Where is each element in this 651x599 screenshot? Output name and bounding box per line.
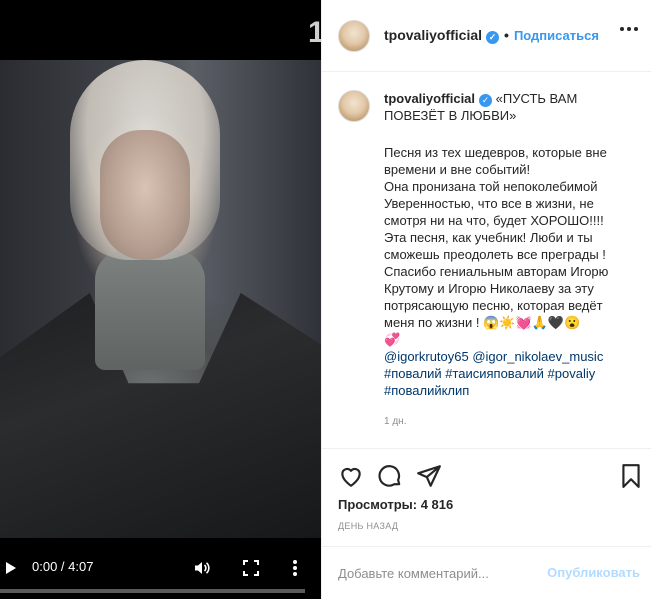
share-icon[interactable] — [416, 463, 442, 489]
avatar[interactable] — [338, 19, 370, 52]
caption-time: 1 дн. — [384, 416, 407, 427]
video-neck-shape — [95, 250, 205, 370]
video-face-shape — [100, 130, 190, 260]
views-label: Просмотры: — [338, 497, 418, 512]
separator-dot: • — [504, 27, 509, 43]
more-vertical-icon[interactable] — [292, 559, 298, 577]
hashtags-link[interactable]: #повалий #таисияповалий #povaliy — [384, 365, 634, 382]
caption-links: @igorkrutoy65 @igor_nikolaev_music #пова… — [384, 348, 634, 399]
comment-icon[interactable] — [377, 463, 403, 489]
heart-icon[interactable] — [338, 463, 364, 489]
caption-avatar[interactable] — [338, 90, 370, 122]
header-username[interactable]: tpovaliyofficial — [384, 27, 482, 43]
more-options-icon[interactable] — [620, 27, 638, 31]
caption: tpovaliyofficial ✓ «ПУСТЬ ВАМ ПОВЕЗЁТ В Л… — [338, 90, 643, 430]
action-bar — [322, 448, 651, 498]
post-header: tpovaliyofficial ✓ • Подписаться — [322, 0, 651, 72]
fullscreen-icon[interactable] — [243, 560, 259, 576]
video-player[interactable]: 1 0:00 / 4:07 — [0, 0, 321, 599]
hashtags-link-2[interactable]: #повалийклип — [384, 382, 634, 399]
posted-time: ДЕНЬ НАЗАД — [338, 521, 399, 531]
caption-username[interactable]: tpovaliyofficial — [384, 91, 475, 106]
views-number: 4 816 — [420, 497, 454, 512]
comment-bar: Опубликовать — [322, 546, 651, 599]
views-count[interactable]: Просмотры: 4 816 — [338, 497, 453, 512]
follow-button[interactable]: Подписаться — [514, 28, 599, 43]
header-user: tpovaliyofficial ✓ • Подписаться — [384, 27, 599, 44]
publish-button[interactable]: Опубликовать — [547, 565, 640, 580]
caption-body: Песня из тех шедевров, которые вне време… — [384, 145, 609, 347]
video-frame[interactable] — [0, 60, 321, 538]
post-side-panel: tpovaliyofficial ✓ • Подписаться tpovaliyof… — [321, 0, 651, 599]
caption-text: tpovaliyofficial ✓ «ПУСТЬ ВАМ ПОВЕЗЁТ В Л… — [384, 90, 634, 430]
volume-icon[interactable] — [193, 559, 211, 577]
video-progress-bar[interactable] — [0, 589, 305, 593]
verified-icon: ✓ — [486, 31, 500, 44]
overlay-digit: 1 — [308, 16, 321, 49]
video-time: 0:00 / 4:07 — [32, 559, 94, 574]
comment-input[interactable] — [338, 547, 538, 599]
play-icon[interactable] — [6, 562, 16, 574]
bookmark-icon[interactable] — [618, 463, 644, 489]
caption-verified-icon: ✓ — [479, 94, 493, 107]
mentions-link[interactable]: @igorkrutoy65 @igor_nikolaev_music — [384, 348, 634, 365]
video-controls: 0:00 / 4:07 — [0, 529, 321, 599]
